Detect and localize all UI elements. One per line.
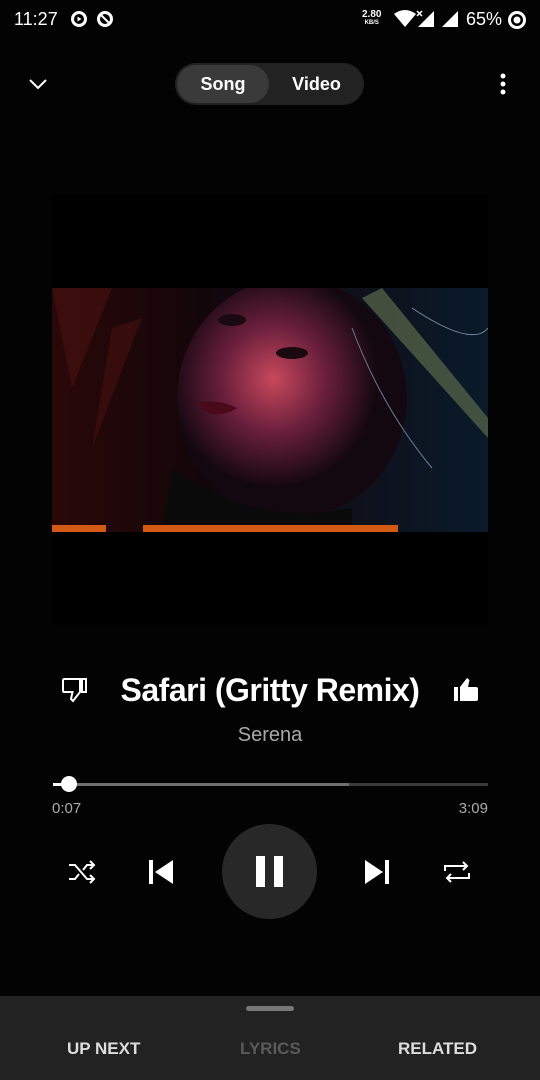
repeat-icon	[444, 861, 470, 883]
thumb-down-icon	[62, 678, 87, 703]
pause-icon	[256, 856, 283, 887]
tab-lyrics[interactable]: LYRICS	[240, 1039, 301, 1059]
battery-percent: 65%	[466, 9, 503, 29]
network-speed-value: 2.80	[362, 9, 382, 20]
toggle-video[interactable]: Video	[271, 63, 362, 105]
skip-next-icon	[365, 860, 389, 884]
toggle-song[interactable]: Song	[177, 65, 269, 103]
art-progress-bar-1	[52, 525, 106, 532]
art-progress-bar-2	[143, 525, 398, 532]
like-button[interactable]	[451, 675, 481, 705]
seek-thumb[interactable]	[61, 776, 78, 792]
more-options-button[interactable]	[490, 70, 516, 98]
battery-saver-icon	[507, 10, 527, 35]
signal-icon	[440, 10, 460, 33]
status-time: 11:27	[14, 9, 58, 29]
repeat-button[interactable]	[441, 857, 473, 887]
tab-up-next[interactable]: UP NEXT	[67, 1039, 140, 1059]
shuffle-button[interactable]	[66, 857, 98, 887]
status-bar: 11:27 2.80 KB/S 65%	[0, 0, 540, 40]
wifi-icon	[394, 10, 416, 33]
youtube-music-status-icon	[70, 10, 88, 28]
song-video-toggle: Song Video	[175, 63, 364, 105]
chevron-down-icon	[29, 79, 47, 90]
next-button[interactable]	[362, 856, 392, 888]
shuffle-icon	[69, 860, 96, 884]
tab-related[interactable]: RELATED	[398, 1039, 477, 1059]
skip-previous-icon	[149, 860, 173, 884]
song-title: Safari (Gritty Remix)	[120, 672, 420, 708]
no-ads-status-icon	[96, 10, 114, 28]
seek-buffer	[53, 783, 349, 786]
time-elapsed: 0:07	[52, 800, 82, 817]
time-total: 3:09	[458, 800, 488, 817]
play-pause-button[interactable]	[222, 824, 317, 919]
thumb-up-icon	[454, 678, 478, 701]
more-vert-icon	[500, 73, 506, 95]
bottom-sheet-handle[interactable]	[246, 1006, 294, 1011]
dislike-button[interactable]	[60, 675, 90, 705]
network-speed: 2.80 KB/S	[362, 10, 381, 28]
album-art	[52, 288, 488, 532]
collapse-player-button[interactable]	[24, 70, 52, 98]
previous-button[interactable]	[146, 856, 176, 888]
seek-bar[interactable]	[53, 783, 488, 786]
artist-name: Serena	[237, 724, 303, 746]
network-speed-unit: KB/S	[364, 20, 379, 26]
signal-x-icon	[416, 10, 436, 33]
